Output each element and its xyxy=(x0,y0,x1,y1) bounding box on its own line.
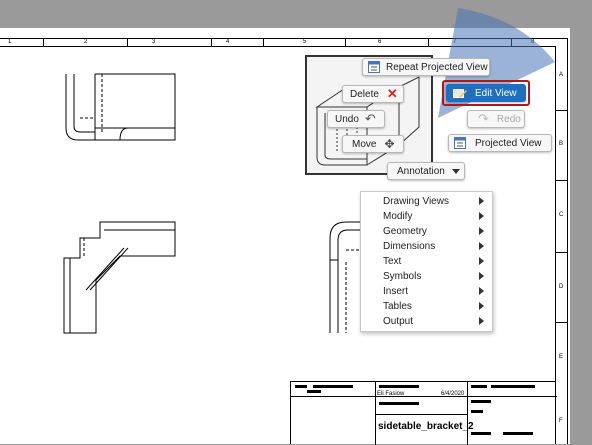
submenu-arrow-icon xyxy=(479,197,484,205)
delete-label: Delete xyxy=(350,88,379,100)
move-button[interactable]: Move ✥ xyxy=(342,135,404,153)
submenu-arrow-icon xyxy=(479,257,484,265)
redacted-bar xyxy=(503,432,533,435)
submenu-arrow-icon xyxy=(479,272,484,280)
redo-button[interactable]: ↷ Redo xyxy=(467,110,525,128)
menu-item-dimensions[interactable]: Dimensions xyxy=(361,239,492,254)
submenu-arrow-icon xyxy=(479,212,484,220)
edit-view-label: Edit View xyxy=(475,87,517,99)
title-block-divider xyxy=(375,414,467,415)
redacted-bar xyxy=(471,432,491,435)
menu-item-drawing-views[interactable]: Drawing Views xyxy=(361,194,492,209)
right-view xyxy=(329,221,360,333)
title-block: Eli Fasiow 6/4/2020 sidetable_bracket_2 xyxy=(290,381,557,445)
edit-view-button[interactable]: Edit View xyxy=(446,84,526,102)
submenu-arrow-icon xyxy=(479,242,484,250)
file-name: sidetable_bracket_2 xyxy=(378,421,474,432)
submenu-arrow-icon xyxy=(479,227,484,235)
move-label: Move xyxy=(352,138,377,150)
dropdown-triangle-icon xyxy=(451,168,460,174)
menu-item-output[interactable]: Output xyxy=(361,314,492,329)
delete-x-icon: ✕ xyxy=(386,86,398,101)
undo-button[interactable]: Undo ↶ xyxy=(327,110,385,128)
move-icon: ✥ xyxy=(384,137,395,151)
delete-button[interactable]: Delete ✕ xyxy=(342,85,404,103)
redacted-bar xyxy=(313,385,353,388)
undo-label: Undo xyxy=(335,113,359,125)
drawing-date: 6/4/2020 xyxy=(441,391,465,397)
projected-view-label: Projected View xyxy=(475,137,542,149)
repeat-projected-view-button[interactable]: Repeat Projected View xyxy=(362,58,490,76)
submenu-arrow-icon xyxy=(479,317,484,325)
redacted-bar xyxy=(471,400,491,403)
projected-view-icon xyxy=(368,61,380,73)
projected-view-button[interactable]: Projected View xyxy=(448,134,552,152)
annotation-label: Annotation xyxy=(397,165,445,177)
title-block-divider xyxy=(467,382,468,445)
redacted-bar xyxy=(379,402,419,405)
redacted-bar xyxy=(295,385,307,388)
redo-icon: ↷ xyxy=(478,111,489,126)
menu-item-geometry[interactable]: Geometry xyxy=(361,224,492,239)
redacted-bar xyxy=(379,385,419,388)
front-view xyxy=(65,73,176,141)
submenu-arrow-icon xyxy=(479,287,484,295)
annotation-dropdown[interactable]: Annotation xyxy=(387,162,465,180)
author-name: Eli Fasiow xyxy=(377,391,405,397)
redacted-bar xyxy=(471,410,483,413)
drawing-views xyxy=(63,8,555,334)
menu-item-tables[interactable]: Tables xyxy=(361,299,492,314)
repeat-projected-view-label: Repeat Projected View xyxy=(386,61,488,73)
undo-icon: ↶ xyxy=(364,111,376,126)
side-view xyxy=(63,221,176,334)
edit-view-icon xyxy=(453,89,467,98)
redacted-bar xyxy=(307,390,321,393)
context-menu: Drawing Views Modify Geometry Dimensions… xyxy=(360,191,493,332)
projected-view-icon xyxy=(454,137,466,149)
menu-item-insert[interactable]: Insert xyxy=(361,284,492,299)
redacted-bar xyxy=(471,385,487,388)
title-block-divider xyxy=(291,396,557,397)
redo-label: Redo xyxy=(496,113,521,125)
menu-item-symbols[interactable]: Symbols xyxy=(361,269,492,284)
menu-item-text[interactable]: Text xyxy=(361,254,492,269)
submenu-arrow-icon xyxy=(479,302,484,310)
menu-item-modify[interactable]: Modify xyxy=(361,209,492,224)
redacted-bar xyxy=(491,385,535,388)
